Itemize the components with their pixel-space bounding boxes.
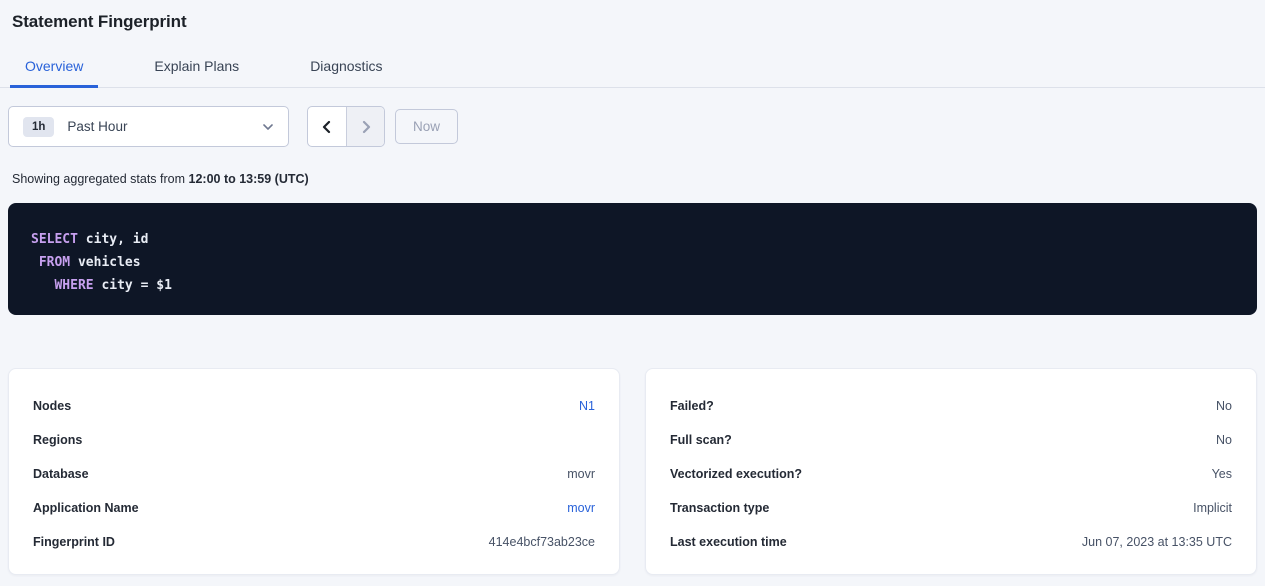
detail-cards: Nodes N1 Regions Database movr Applicati… xyxy=(8,368,1257,575)
tab-overview[interactable]: Overview xyxy=(10,48,98,88)
detail-row-full-scan: Full scan? No xyxy=(670,423,1232,457)
detail-label: Application Name xyxy=(33,501,139,515)
time-range-select[interactable]: 1h Past Hour xyxy=(8,106,289,147)
time-range-badge: 1h xyxy=(23,117,54,137)
tab-explain-plans[interactable]: Explain Plans xyxy=(139,48,254,88)
sql-text: city, id xyxy=(78,232,148,247)
sql-text: city = $1 xyxy=(94,278,172,293)
detail-row-vectorized-execution: Vectorized execution? Yes xyxy=(670,457,1232,491)
time-arrow-group xyxy=(307,106,385,147)
execution-attributes-card: Failed? No Full scan? No Vectorized exec… xyxy=(645,368,1257,575)
time-next-button[interactable] xyxy=(346,107,384,146)
sql-line: WHERE city = $1 xyxy=(31,274,1234,297)
detail-value: Implicit xyxy=(1193,501,1232,515)
chevron-right-icon xyxy=(359,120,373,134)
detail-row-nodes: Nodes N1 xyxy=(33,389,595,423)
chevron-left-icon xyxy=(320,120,334,134)
tabs-bar: Overview Explain Plans Diagnostics xyxy=(0,48,1265,88)
application-name-link[interactable]: movr xyxy=(567,501,595,515)
tab-diagnostics[interactable]: Diagnostics xyxy=(295,48,397,88)
detail-row-application-name: Application Name movr xyxy=(33,491,595,525)
chevron-down-icon xyxy=(262,121,274,133)
detail-row-regions: Regions xyxy=(33,423,595,457)
detail-value: No xyxy=(1216,399,1232,413)
now-button[interactable]: Now xyxy=(395,109,458,144)
page-header: Statement Fingerprint xyxy=(0,0,1265,32)
sql-text: vehicles xyxy=(70,255,140,270)
detail-label: Failed? xyxy=(670,399,714,413)
time-prev-button[interactable] xyxy=(308,107,346,146)
detail-value: Jun 07, 2023 at 13:35 UTC xyxy=(1082,535,1232,549)
detail-label: Last execution time xyxy=(670,535,787,549)
time-range-label: Past Hour xyxy=(67,119,127,134)
sql-statement-box: SELECT city, id FROM vehicles WHERE city… xyxy=(8,203,1257,315)
detail-label: Transaction type xyxy=(670,501,769,515)
page-title: Statement Fingerprint xyxy=(12,12,1253,32)
sql-keyword: FROM xyxy=(39,255,70,270)
detail-value: 414e4bcf73ab23ce xyxy=(489,535,595,549)
detail-row-failed: Failed? No xyxy=(670,389,1232,423)
sql-keyword: SELECT xyxy=(31,232,78,247)
stats-line-range: 12:00 to 13:59 (UTC) xyxy=(189,172,309,186)
time-controls: 1h Past Hour Now xyxy=(8,106,1257,147)
detail-label: Regions xyxy=(33,433,82,447)
sql-line: SELECT city, id xyxy=(31,228,1234,251)
detail-label: Vectorized execution? xyxy=(670,467,802,481)
content: 1h Past Hour Now Showing aggregated stat… xyxy=(0,106,1265,575)
sql-line: FROM vehicles xyxy=(31,251,1234,274)
detail-label: Full scan? xyxy=(670,433,732,447)
detail-value: movr xyxy=(567,467,595,481)
detail-row-fingerprint-id: Fingerprint ID 414e4bcf73ab23ce xyxy=(33,525,595,559)
detail-row-transaction-type: Transaction type Implicit xyxy=(670,491,1232,525)
sql-keyword: WHERE xyxy=(54,278,93,293)
statement-details-card: Nodes N1 Regions Database movr Applicati… xyxy=(8,368,620,575)
nodes-link[interactable]: N1 xyxy=(579,399,595,413)
aggregated-stats-line: Showing aggregated stats from 12:00 to 1… xyxy=(12,172,1257,186)
stats-line-prefix: Showing aggregated stats from xyxy=(12,172,189,186)
detail-value: No xyxy=(1216,433,1232,447)
detail-label: Fingerprint ID xyxy=(33,535,115,549)
detail-row-last-execution-time: Last execution time Jun 07, 2023 at 13:3… xyxy=(670,525,1232,559)
detail-value: Yes xyxy=(1212,467,1232,481)
detail-label: Database xyxy=(33,467,89,481)
detail-row-database: Database movr xyxy=(33,457,595,491)
detail-label: Nodes xyxy=(33,399,71,413)
